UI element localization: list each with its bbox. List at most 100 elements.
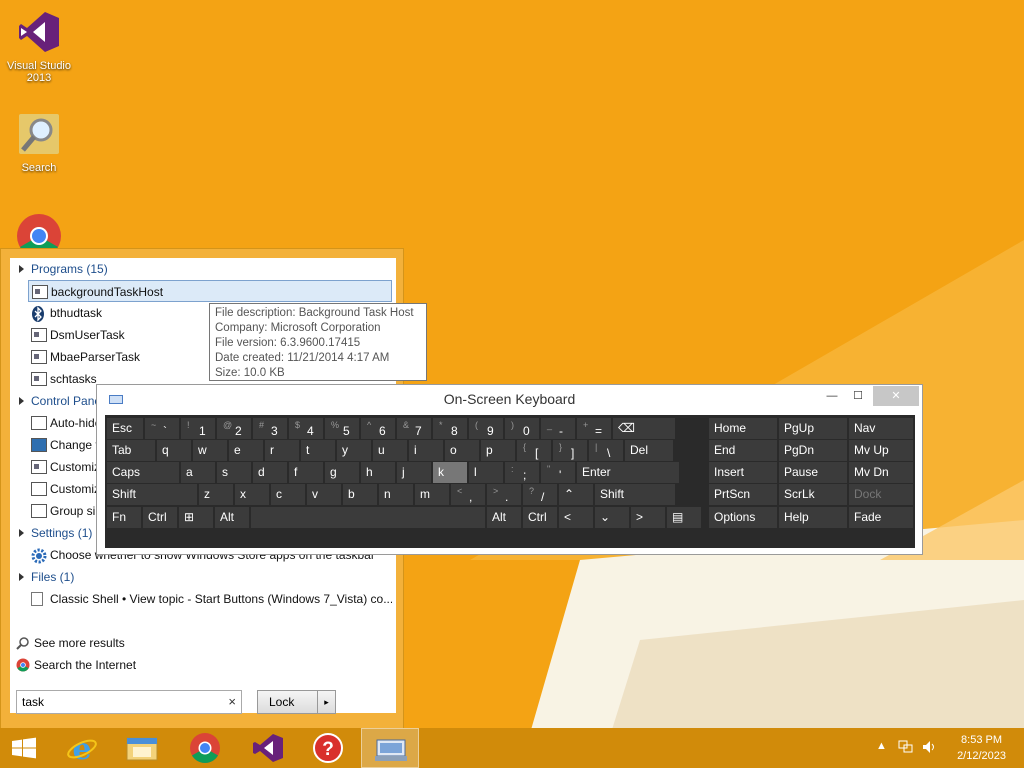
key-b[interactable]: b <box>343 484 377 505</box>
key-alt[interactable]: Alt <box>487 507 521 528</box>
key-enter[interactable]: Enter <box>577 462 679 483</box>
key-▤[interactable]: ▤ <box>667 507 701 528</box>
key-r[interactable]: r <box>265 440 299 461</box>
key-o[interactable]: o <box>445 440 479 461</box>
system-clock[interactable]: 8:53 PM 2/12/2023 <box>957 732 1006 764</box>
key-del[interactable]: Del <box>625 440 673 461</box>
key-options[interactable]: Options <box>709 507 777 528</box>
key-n[interactable]: n <box>379 484 413 505</box>
key--[interactable]: _ - <box>541 418 575 439</box>
key-dock[interactable]: Dock <box>849 484 913 505</box>
key-=[interactable]: + = <box>577 418 611 439</box>
key-z[interactable]: z <box>199 484 233 505</box>
key-/[interactable]: ? / <box>523 484 557 505</box>
key-d[interactable]: d <box>253 462 287 483</box>
key-\[interactable]: | \ <box>589 440 623 461</box>
key-1[interactable]: ! 1 <box>181 418 215 439</box>
key-g[interactable]: g <box>325 462 359 483</box>
key-y[interactable]: y <box>337 440 371 461</box>
taskbar-chrome[interactable] <box>176 728 234 768</box>
key-⌫[interactable]: ⌫ <box>613 418 675 439</box>
key-3[interactable]: #3 <box>253 418 287 439</box>
key-,[interactable]: <, <box>451 484 485 505</box>
key-i[interactable]: i <box>409 440 443 461</box>
key-2[interactable]: @2 <box>217 418 251 439</box>
taskbar-internet-explorer[interactable]: e <box>53 728 111 768</box>
key-'[interactable]: " ' <box>541 462 575 483</box>
key-fade[interactable]: Fade <box>849 507 913 528</box>
close-button[interactable]: ✕ <box>873 386 919 406</box>
start-button[interactable] <box>0 728 58 768</box>
key-6[interactable]: ^ 6 <box>361 418 395 439</box>
clear-search-icon[interactable]: × <box>228 691 236 713</box>
key-mv-dn[interactable]: Mv Dn <box>849 462 913 483</box>
key-8[interactable]: * 8 <box>433 418 467 439</box>
taskbar-visual-studio[interactable] <box>238 728 296 768</box>
key-c[interactable]: c <box>271 484 305 505</box>
key-shift[interactable]: Shift <box>107 484 197 505</box>
maximize-button[interactable]: ☐ <box>843 386 873 406</box>
key-0[interactable]: ) 0 <box>505 418 539 439</box>
key-insert[interactable]: Insert <box>709 462 777 483</box>
key->[interactable]: > <box>631 507 665 528</box>
key-9[interactable]: (9 <box>469 418 503 439</box>
volume-icon[interactable] <box>922 740 938 757</box>
key-shift[interactable]: Shift <box>595 484 675 505</box>
show-hidden-icons-arrow[interactable]: ▲ <box>876 740 887 752</box>
files-group-header[interactable]: Files (1) <box>19 567 74 587</box>
key-m[interactable]: m <box>415 484 449 505</box>
key-nav[interactable]: Nav <box>849 418 913 439</box>
control-panel-group-header[interactable]: Control Panel <box>19 391 104 411</box>
key-5[interactable]: % 5 <box>325 418 359 439</box>
key-f[interactable]: f <box>289 462 323 483</box>
key-alt[interactable]: Alt <box>215 507 249 528</box>
key-7[interactable]: & 7 <box>397 418 431 439</box>
search-internet-link[interactable]: Search the Internet <box>16 655 136 675</box>
result-classic-shell-file[interactable]: Classic Shell • View topic - Start Butto… <box>28 588 392 610</box>
key-scrlk[interactable]: ScrLk <box>779 484 847 505</box>
key-w[interactable]: w <box>193 440 227 461</box>
key-space[interactable] <box>251 507 485 528</box>
taskbar-help[interactable]: ? <box>299 728 357 768</box>
key-v[interactable]: v <box>307 484 341 505</box>
key-l[interactable]: l <box>469 462 503 483</box>
key-pause[interactable]: Pause <box>779 462 847 483</box>
key-pgup[interactable]: PgUp <box>779 418 847 439</box>
key-<[interactable]: < <box>559 507 593 528</box>
key-ctrl[interactable]: Ctrl <box>523 507 557 528</box>
result-background-task-host[interactable]: backgroundTaskHost <box>28 280 392 302</box>
key-caps[interactable]: Caps <box>107 462 179 483</box>
lock-button[interactable]: Lock ▸ <box>257 690 336 714</box>
settings-group-header[interactable]: Settings (1) <box>19 523 92 543</box>
key-e[interactable]: e <box>229 440 263 461</box>
start-search-input[interactable]: task × <box>16 690 242 714</box>
taskbar-on-screen-keyboard[interactable] <box>361 728 419 768</box>
key-q[interactable]: q <box>157 440 191 461</box>
desktop-icon-search[interactable]: Search <box>1 110 77 174</box>
key-.[interactable]: >. <box>487 484 521 505</box>
key-][interactable]: }] <box>553 440 587 461</box>
key-fn[interactable]: Fn <box>107 507 141 528</box>
key-s[interactable]: s <box>217 462 251 483</box>
key-⌃[interactable]: ⌃ <box>559 484 593 505</box>
key-mv-up[interactable]: Mv Up <box>849 440 913 461</box>
key-esc[interactable]: Esc <box>107 418 143 439</box>
key-`[interactable]: ~ ` <box>145 418 179 439</box>
taskbar-file-explorer[interactable] <box>113 728 171 768</box>
key-[[interactable]: {[ <box>517 440 551 461</box>
key-;[interactable]: :; <box>505 462 539 483</box>
key-⊞[interactable]: ⊞ <box>179 507 213 528</box>
key-ctrl[interactable]: Ctrl <box>143 507 177 528</box>
key-pgdn[interactable]: PgDn <box>779 440 847 461</box>
key-help[interactable]: Help <box>779 507 847 528</box>
lock-options-arrow-icon[interactable]: ▸ <box>317 691 335 713</box>
network-icon[interactable] <box>898 740 914 757</box>
key-h[interactable]: h <box>361 462 395 483</box>
key-u[interactable]: u <box>373 440 407 461</box>
key-home[interactable]: Home <box>709 418 777 439</box>
key-tab[interactable]: Tab <box>107 440 155 461</box>
key-j[interactable]: j <box>397 462 431 483</box>
key-a[interactable]: a <box>181 462 215 483</box>
key-k[interactable]: k <box>433 462 467 483</box>
key-4[interactable]: $4 <box>289 418 323 439</box>
